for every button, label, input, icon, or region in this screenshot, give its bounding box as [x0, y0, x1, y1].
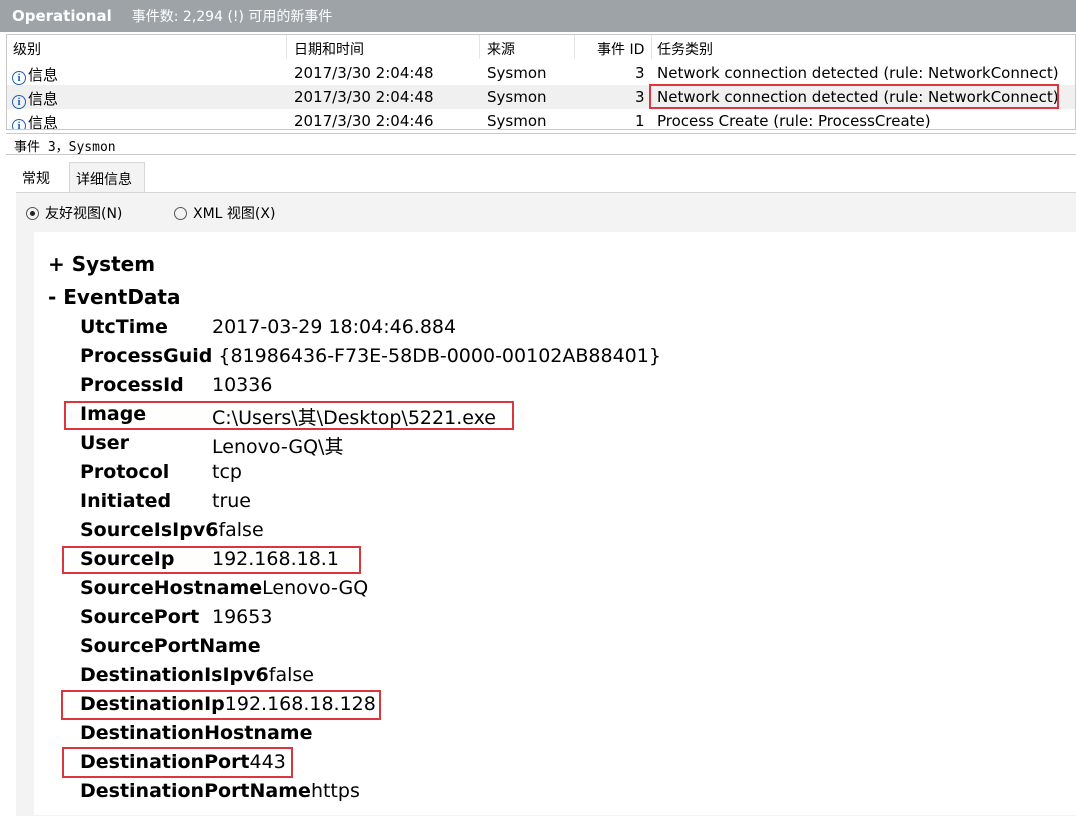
event-id-cell: 1: [635, 112, 645, 130]
column-header-datetime[interactable]: 日期和时间: [294, 39, 364, 59]
radio-unselected-icon: [174, 207, 187, 220]
field-user: User Lenovo-GQ\其: [80, 432, 344, 458]
event-row[interactable]: i 信息 2017/3/30 2:04:46 Sysmon 1 Process C…: [7, 109, 1075, 130]
info-icon: i: [12, 119, 26, 129]
event-id-cell: 3: [635, 64, 645, 82]
eventdata-section-toggle[interactable]: - EventData: [48, 285, 180, 309]
highlight-box-destinationip: [61, 690, 381, 720]
field-initiated: Initiated true: [80, 490, 251, 512]
log-titlebar: Operational 事件数: 2,294 (!) 可用的新事件: [0, 0, 1076, 32]
event-list-header: 级别 日期和时间 来源 事件 ID 任务类别: [7, 35, 1075, 59]
highlight-box-image: [64, 401, 514, 430]
datetime-cell: 2017/3/30 2:04:48: [294, 88, 434, 106]
radio-selected-icon: [26, 207, 39, 220]
event-detail-view: + System - EventData UtcTime 2017-03-29 1…: [34, 232, 1076, 815]
level-cell: i 信息: [12, 64, 58, 85]
source-cell: Sysmon: [487, 64, 547, 82]
field-processid: ProcessId 10336: [80, 374, 273, 396]
system-section-toggle[interactable]: + System: [48, 252, 155, 276]
column-header-task-category[interactable]: 任务类别: [657, 39, 713, 59]
info-icon: i: [12, 95, 26, 109]
column-header-event-id[interactable]: 事件 ID: [597, 39, 644, 59]
highlight-box-destinationport: [62, 747, 293, 778]
highlight-box-sourceip: [62, 546, 361, 574]
event-list[interactable]: 级别 日期和时间 来源 事件 ID 任务类别 i 信息 2017/3/30 2:0…: [6, 34, 1076, 130]
level-cell: i 信息: [12, 88, 58, 109]
field-destinationisipv6: DestinationIsIpv6false: [80, 664, 314, 686]
friendly-view-radio[interactable]: 友好视图(N): [26, 203, 122, 223]
field-destinationportname: DestinationPortNamehttps: [80, 780, 360, 802]
field-protocol: Protocol tcp: [80, 461, 242, 483]
log-name: Operational: [12, 7, 112, 25]
task-category-cell: Network connection detected (rule: Netwo…: [657, 64, 1059, 82]
source-cell: Sysmon: [487, 112, 547, 130]
field-sourceisipv6: SourceIsIpv6false: [80, 519, 264, 541]
highlight-box-task-category: [649, 84, 1059, 109]
column-header-source[interactable]: 来源: [487, 39, 515, 59]
tab-details[interactable]: 详细信息: [69, 162, 145, 192]
task-category-cell: Process Create (rule: ProcessCreate): [657, 112, 931, 130]
event-row[interactable]: i 信息 2017/3/30 2:04:48 Sysmon 3 Network c…: [7, 61, 1075, 85]
level-cell: i 信息: [12, 112, 58, 129]
field-utctime: UtcTime 2017-03-29 18:04:46.884: [80, 316, 457, 338]
xml-view-radio[interactable]: XML 视图(X): [174, 203, 275, 223]
field-destinationhostname: DestinationHostname: [80, 722, 313, 744]
event-id-cell: 3: [635, 88, 645, 106]
field-sourceportname: SourcePortName: [80, 635, 261, 657]
event-details-header: 事件 3，Sysmon: [6, 133, 1076, 155]
field-processguid: ProcessGuid {81986436-F73E-58DB-0000-001…: [80, 345, 661, 367]
column-header-level[interactable]: 级别: [13, 39, 41, 59]
datetime-cell: 2017/3/30 2:04:46: [294, 112, 434, 130]
tab-general[interactable]: 常规: [16, 162, 68, 192]
field-sourcehostname: SourceHostnameLenovo-GQ: [80, 577, 369, 599]
datetime-cell: 2017/3/30 2:04:48: [294, 64, 434, 82]
field-sourceport: SourcePort 19653: [80, 606, 273, 628]
event-count: 事件数: 2,294 (!) 可用的新事件: [131, 9, 333, 25]
source-cell: Sysmon: [487, 88, 547, 106]
info-icon: i: [12, 71, 26, 85]
